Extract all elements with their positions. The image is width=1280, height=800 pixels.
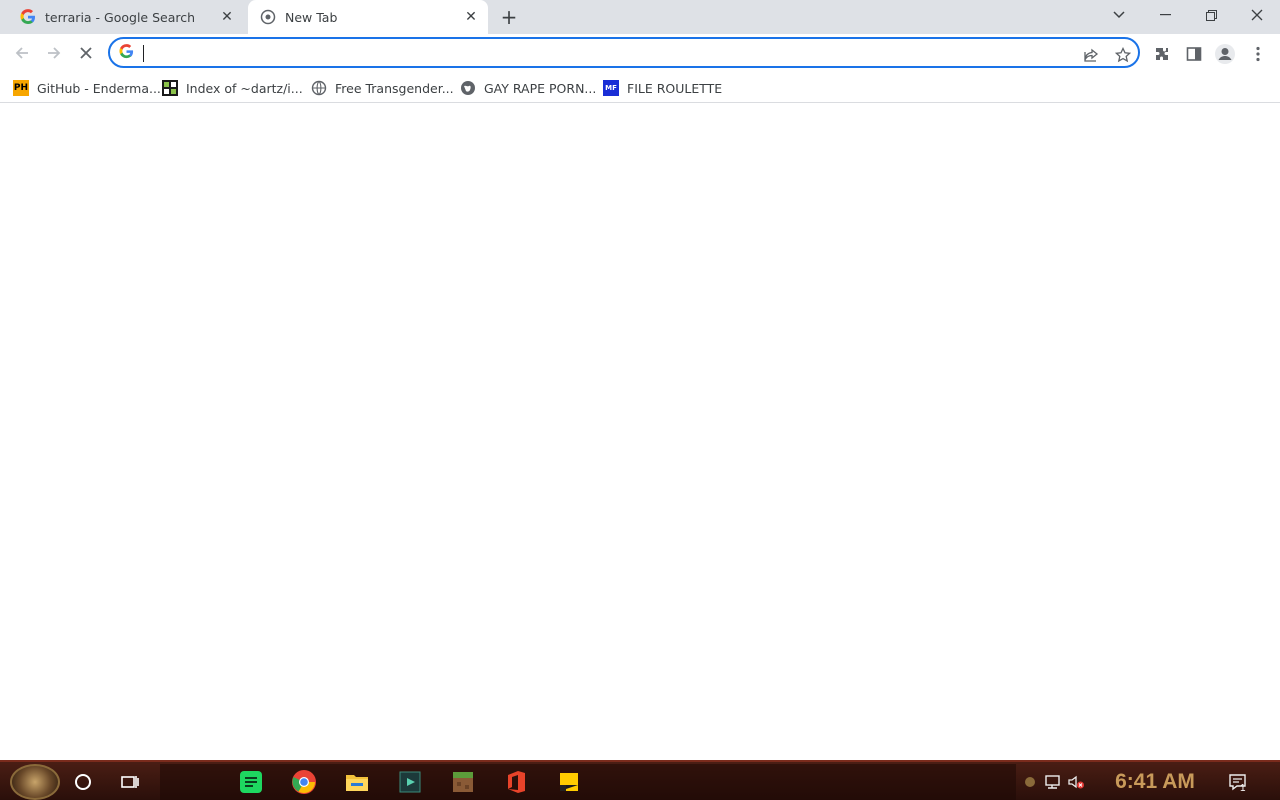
bookmark-gay[interactable]: GAY RAPE PORN...	[460, 77, 596, 99]
media-app-icon[interactable]	[393, 766, 427, 798]
bookmark-label: GAY RAPE PORN...	[484, 80, 597, 96]
close-tab-icon[interactable]: ✕	[462, 8, 480, 26]
side-panel-icon[interactable]	[1182, 42, 1206, 66]
restore-button[interactable]	[1188, 0, 1234, 30]
tab-new-tab[interactable]: New Tab ✕	[248, 0, 488, 34]
index-favicon-icon	[162, 80, 178, 96]
system-clock[interactable]: 6:41 AM	[1100, 768, 1210, 796]
bookmark-label: Index of ~dartz/i...	[186, 80, 303, 96]
minimize-button[interactable]	[1142, 0, 1188, 30]
page-content	[0, 104, 1280, 760]
sticky-notes-icon[interactable]	[552, 766, 586, 798]
volume-muted-icon[interactable]	[1066, 772, 1086, 792]
tab-search-icon[interactable]	[1096, 0, 1142, 30]
office-icon[interactable]	[499, 766, 533, 798]
ph-favicon-icon: PH	[13, 80, 29, 96]
cortana-search-icon[interactable]	[66, 766, 100, 798]
forward-button[interactable]	[40, 39, 68, 67]
notification-count: 1	[1240, 783, 1246, 794]
bookmarks-bar: PH GitHub - Enderma... Index of ~dartz/i…	[0, 72, 1280, 103]
address-bar[interactable]	[108, 37, 1140, 68]
task-view-icon[interactable]	[113, 766, 147, 798]
google-g-icon	[20, 9, 36, 25]
bookmark-github[interactable]: PH GitHub - Enderma...	[13, 77, 161, 99]
profile-avatar-icon[interactable]	[1213, 42, 1237, 66]
stop-loading-button[interactable]	[72, 39, 100, 67]
bookmark-label: FILE ROULETTE	[627, 80, 723, 96]
windows-taskbar: 6:41 AM 1	[0, 760, 1280, 800]
tab-title: terraria - Google Search	[45, 9, 196, 25]
bookmark-index-dartz[interactable]: Index of ~dartz/i...	[162, 77, 303, 99]
network-icon[interactable]	[1043, 772, 1063, 792]
mf-favicon-icon: MF	[603, 80, 619, 96]
start-button[interactable]	[10, 764, 60, 800]
tab-strip: terraria - Google Search ✕ New Tab ✕ +	[0, 0, 1280, 34]
globe-favicon-icon	[460, 80, 476, 96]
file-explorer-icon[interactable]	[340, 766, 374, 798]
bookmark-file-roulette[interactable]: MF FILE ROULETTE	[603, 77, 722, 99]
bookmark-star-icon[interactable]	[1112, 44, 1134, 66]
close-tab-icon[interactable]: ✕	[218, 8, 236, 26]
text-caret	[143, 45, 144, 62]
globe-favicon-icon	[311, 80, 327, 96]
tab-title: New Tab	[285, 9, 338, 25]
back-button[interactable]	[8, 39, 36, 67]
browser-toolbar	[0, 34, 1280, 72]
bookmark-label: Free Transgender...	[335, 80, 454, 96]
extensions-icon[interactable]	[1150, 42, 1174, 66]
chrome-icon[interactable]	[287, 766, 321, 798]
share-icon[interactable]	[1080, 44, 1102, 66]
chrome-newtab-icon	[260, 9, 276, 25]
spotify-icon[interactable]	[234, 766, 268, 798]
bookmark-free-transgender[interactable]: Free Transgender...	[311, 77, 454, 99]
minecraft-icon[interactable]	[446, 766, 480, 798]
bookmark-label: GitHub - Enderma...	[37, 80, 161, 96]
tab-terraria[interactable]: terraria - Google Search ✕	[8, 0, 244, 34]
address-input[interactable]	[142, 43, 1072, 63]
google-g-icon	[119, 44, 136, 61]
close-window-button[interactable]	[1234, 0, 1280, 30]
tray-app-icon[interactable]	[1020, 772, 1040, 792]
menu-kebab-icon[interactable]	[1246, 42, 1270, 66]
new-tab-button[interactable]: +	[498, 5, 520, 29]
